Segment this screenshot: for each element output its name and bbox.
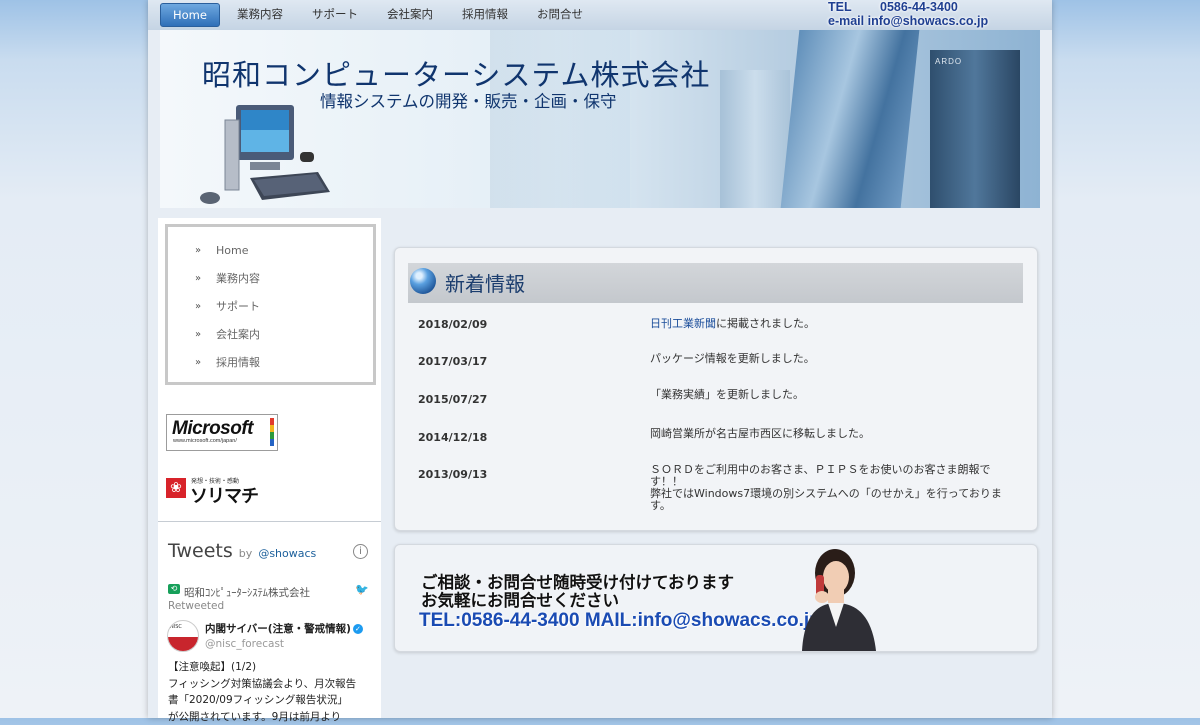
verified-icon: ✓	[353, 624, 363, 634]
tel-label: TEL	[828, 0, 880, 14]
divider	[158, 521, 381, 522]
side-menu-label: 業務内容	[216, 269, 260, 289]
contact-banner-tel-mail: TEL:0586-44-3400 MAIL:info@showacs.co.jp	[419, 610, 821, 632]
side-menu-label: サポート	[216, 297, 260, 317]
info-icon[interactable]: i	[353, 544, 368, 559]
tweet-author-handle[interactable]: @nisc_forecast	[205, 638, 284, 650]
top-navigation-bar: Home 業務内容 サポート 会社案内 採用情報 お問合せ TEL0586-44…	[148, 0, 1052, 30]
double-chevron-icon: »	[195, 269, 199, 289]
contact-banner[interactable]: ご相談・お問合せ随時受け付けております お気軽にお問合せください TEL:058…	[394, 544, 1038, 652]
retweet-icon: ⟲	[168, 584, 180, 594]
tweets-title: Tweets	[168, 540, 233, 562]
news-link[interactable]: 日刊工業新聞	[650, 317, 716, 330]
nav-company[interactable]: 会社案内	[375, 3, 445, 25]
news-text: ＳＯＲＤをご利用中のお客さま、ＰＩＰＳをお使いのお客さま朗報です！！ 弊社ではW…	[650, 464, 1010, 512]
news-text: パッケージ情報を更新しました。	[650, 353, 1010, 365]
tel-number: 0586-44-3400	[880, 0, 958, 14]
news-text-rest: に掲載されました。	[716, 317, 815, 330]
side-menu-label: Home	[216, 241, 248, 261]
sorimachi-mark-icon: ❀	[166, 478, 186, 498]
header-email: e-mail info@showacs.co.jp	[828, 14, 988, 28]
nav-contact[interactable]: お問合せ	[525, 3, 595, 25]
side-menu-label: 会社案内	[216, 325, 260, 345]
tweet-body: 【注意喚起】(1/2) フィッシング対策協議会より、月次報告 書「2020/09…	[168, 659, 373, 725]
news-text: 岡崎営業所が名古屋市西区に移転しました。	[650, 428, 1010, 440]
side-menu: » Home » 業務内容 » サポート » 会社案内 » 採用情報	[165, 224, 376, 385]
tweets-by: by	[239, 547, 253, 560]
sorimachi-logo-link[interactable]: ❀ 発想・技術・感動 ソリマチ	[166, 476, 266, 502]
double-chevron-icon: »	[195, 297, 199, 317]
news-title: 新着情報	[445, 268, 525, 297]
tweet-body-line: 【注意喚起】(1/2)	[168, 659, 373, 676]
nav-support[interactable]: サポート	[300, 3, 370, 25]
tweet-retweeted-label: Retweeted	[168, 600, 224, 612]
building-image	[930, 50, 1020, 208]
logo-stripe	[270, 418, 274, 446]
avatar-text: NISC	[170, 624, 182, 630]
nav-recruit[interactable]: 採用情報	[450, 3, 520, 25]
building-image	[720, 70, 790, 208]
tweet-body-line: が公開されています。9月は前月より	[168, 709, 373, 725]
building-image	[781, 30, 920, 208]
news-date: 2015/07/27	[418, 393, 487, 406]
nav-home[interactable]: Home	[160, 3, 220, 27]
header-tel: TEL0586-44-3400	[828, 0, 988, 14]
microsoft-logo-word: Microsoft	[172, 418, 253, 440]
sidebar: » Home » 業務内容 » サポート » 会社案内 » 採用情報 Micro…	[158, 218, 381, 718]
microsoft-logo-link[interactable]: Microsoft www.microsoft.com/japan/	[166, 414, 278, 451]
news-date: 2018/02/09	[418, 318, 487, 331]
operator-image	[790, 545, 890, 651]
double-chevron-icon: »	[195, 325, 199, 345]
side-menu-label: 採用情報	[216, 353, 260, 373]
page-container: Home 業務内容 サポート 会社案内 採用情報 お問合せ TEL0586-44…	[148, 0, 1052, 718]
avatar-band	[168, 637, 198, 651]
tweets-handle-link[interactable]: @showacs	[258, 547, 316, 560]
avatar[interactable]: NISC	[167, 620, 199, 652]
contact-banner-line2: お気軽にお問合せください	[421, 587, 619, 611]
microsoft-logo-url: www.microsoft.com/japan/	[173, 438, 237, 444]
tweet-body-line: 書「2020/09フィッシング報告状況」	[168, 692, 373, 709]
main-nav: Home 業務内容 サポート 会社案内 採用情報 お問合せ	[160, 3, 600, 27]
header-contact-info: TEL0586-44-3400 e-mail info@showacs.co.j…	[828, 0, 988, 28]
news-section: 新着情報 2018/02/09 日刊工業新聞に掲載されました。 2017/03/…	[394, 247, 1038, 531]
company-tagline: 情報システムの開発・販売・企画・保守	[320, 88, 617, 112]
tweet-author-name[interactable]: 内閣サイバー(注意・警戒情報)✓	[205, 621, 363, 636]
news-text: 「業務実績」を更新しました。	[650, 389, 1010, 401]
news-date: 2013/09/13	[418, 468, 487, 481]
double-chevron-icon: »	[195, 241, 199, 261]
computer-image	[200, 100, 340, 208]
news-date: 2014/12/18	[418, 431, 487, 444]
nav-services[interactable]: 業務内容	[225, 3, 295, 25]
double-chevron-icon: »	[195, 353, 199, 373]
tweet-body-line: フィッシング対策協議会より、月次報告	[168, 676, 373, 693]
news-date: 2017/03/17	[418, 355, 487, 368]
globe-icon	[410, 268, 436, 294]
tweets-header: Tweets by @showacs	[168, 540, 316, 562]
building-sign: ARDO	[935, 57, 962, 66]
news-text: 日刊工業新聞に掲載されました。	[650, 318, 1010, 330]
header-banner: ARDO 昭和コンピューターシステム株式会社 情報システムの開発・販売・企画・保…	[160, 30, 1040, 208]
news-header: 新着情報	[408, 263, 1023, 303]
tweet-retweeter[interactable]: 昭和ｺﾝﾋﾟｭｰﾀｰｼｽﾃﾑ株式会社	[184, 585, 310, 600]
twitter-bird-icon[interactable]: 🐦	[355, 583, 369, 596]
sorimachi-logo-word: ソリマチ	[190, 482, 258, 508]
tweet-author-name-text: 内閣サイバー(注意・警戒情報)	[205, 623, 351, 635]
